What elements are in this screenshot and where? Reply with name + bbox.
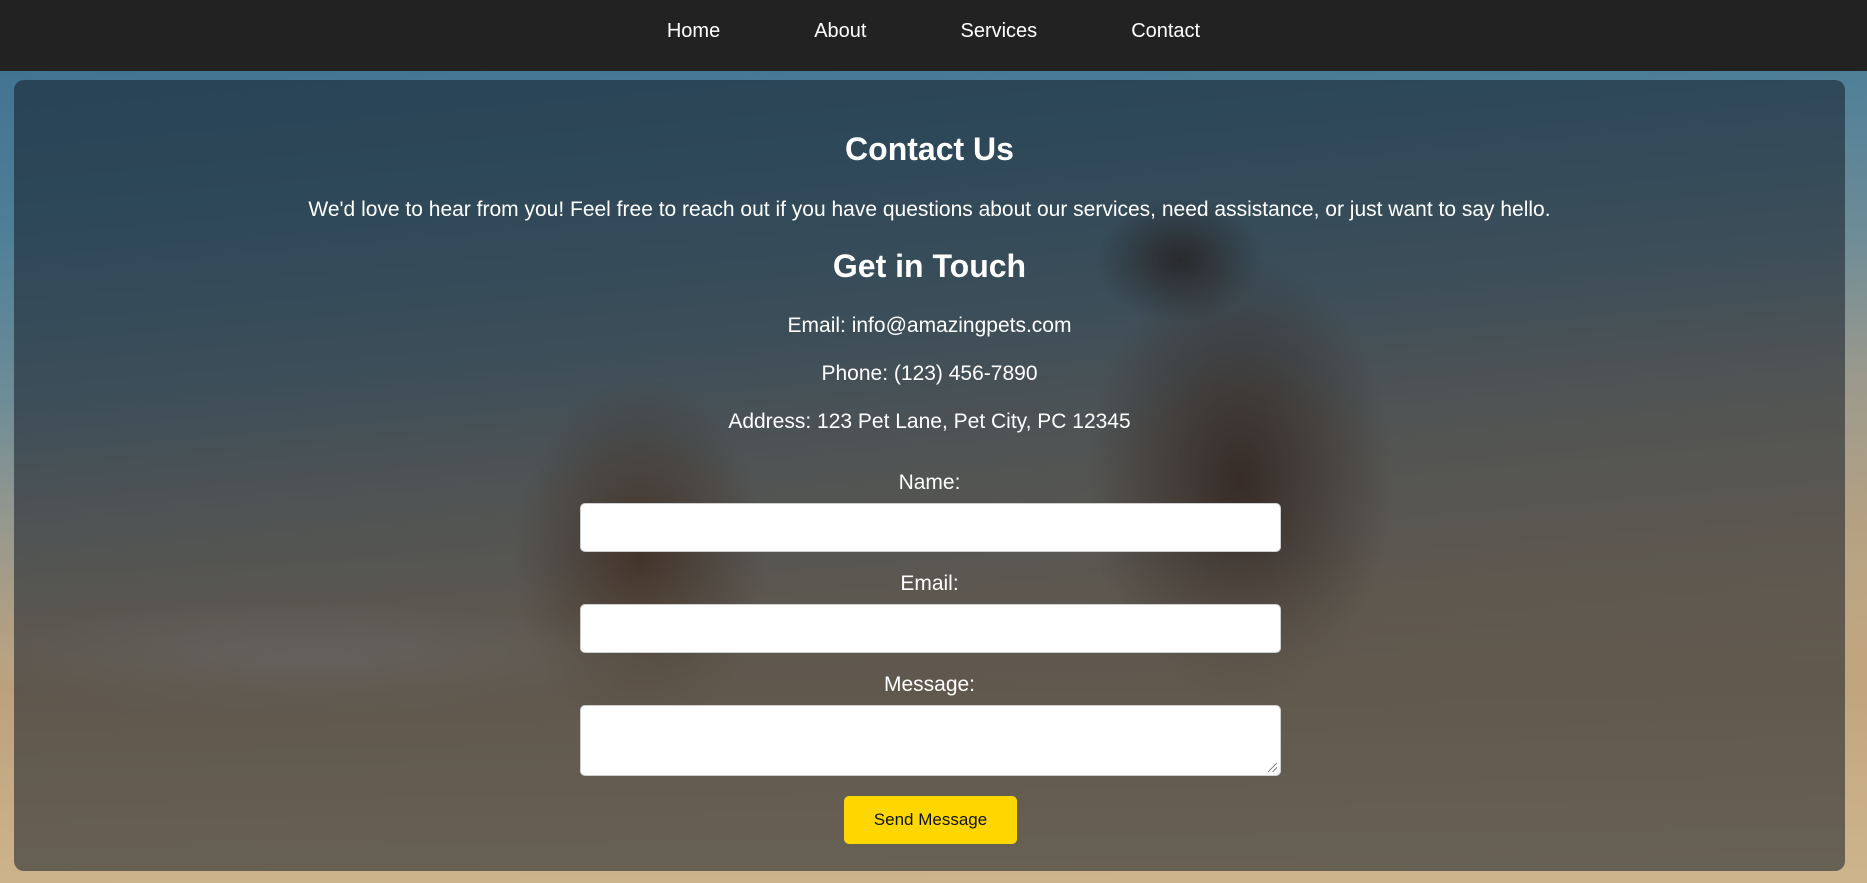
contact-panel: Contact Us We'd love to hear from you! F… <box>14 80 1845 871</box>
intro-text: We'd love to hear from you! Feel free to… <box>308 198 1551 221</box>
name-label: Name: <box>898 471 961 494</box>
nav-contact-link[interactable]: Contact <box>1084 0 1247 43</box>
nav-home-link[interactable]: Home <box>620 0 767 43</box>
section-title: Get in Touch <box>832 248 1027 284</box>
contact-address: Address: 123 Pet Lane, Pet City, PC 1234… <box>728 410 1131 433</box>
message-textarea[interactable] <box>580 705 1281 776</box>
nav-services-link[interactable]: Services <box>913 0 1084 43</box>
top-navigation: Home About Services Contact <box>0 0 1867 71</box>
message-label: Message: <box>883 673 976 696</box>
page-title: Contact Us <box>845 131 1014 167</box>
resize-grip-icon[interactable] <box>1268 763 1277 772</box>
contact-email: Email: info@amazingpets.com <box>787 314 1072 337</box>
name-input[interactable] <box>580 503 1281 552</box>
nav-about-link[interactable]: About <box>767 0 913 43</box>
email-label: Email: <box>900 572 959 595</box>
send-message-button[interactable]: Send Message <box>844 796 1017 844</box>
contact-phone: Phone: (123) 456-7890 <box>821 362 1038 385</box>
email-input[interactable] <box>580 604 1281 653</box>
